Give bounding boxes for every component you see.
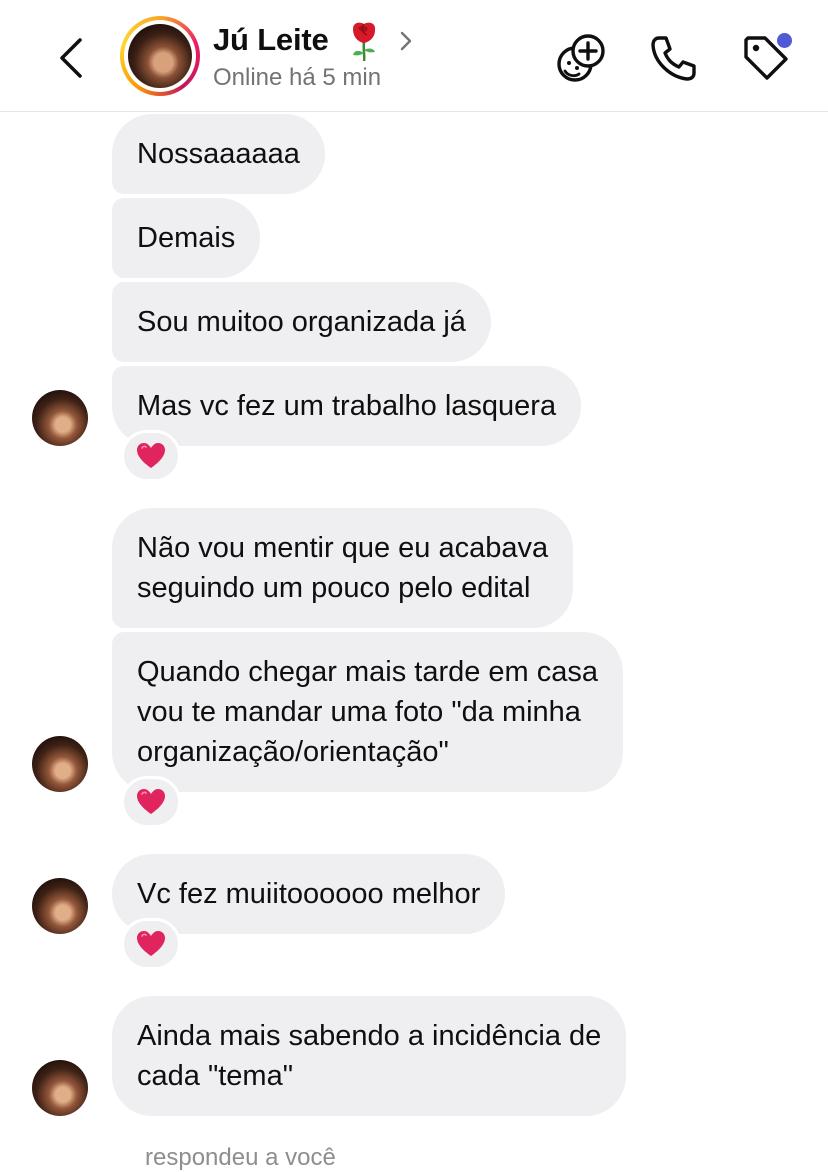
message-bubble[interactable]: Mas vc fez um trabalho lasquera (112, 366, 582, 446)
reply-indicator: respondeu a você (145, 1144, 336, 1171)
notification-dot (777, 33, 792, 48)
heart-reaction[interactable] (121, 918, 181, 970)
chat-header: Jú Leite Online há 5 min (0, 0, 828, 112)
sender-avatar[interactable] (32, 878, 88, 934)
contact-avatar[interactable] (120, 16, 200, 96)
contact-name[interactable]: Jú Leite (213, 22, 329, 58)
message-bubble[interactable]: Não vou mentir que eu acabava seguindo u… (112, 508, 574, 628)
online-status: Online há 5 min (213, 64, 382, 91)
heart-icon (137, 931, 165, 956)
message-bubble[interactable]: Quando chegar mais tarde em casa vou te … (112, 632, 624, 792)
sticker-add-icon[interactable] (553, 30, 609, 86)
message-bubble[interactable]: Demais (112, 198, 261, 278)
heart-icon (137, 443, 165, 468)
chevron-right-icon[interactable] (397, 28, 415, 54)
message-bubble[interactable]: Ainda mais sabendo a incidência de cada … (112, 996, 627, 1116)
phone-icon[interactable] (645, 30, 701, 86)
message-bubble[interactable]: Sou muitoo organizada já (112, 282, 491, 362)
message-bubble[interactable]: Nossaaaaaa (112, 114, 325, 194)
heart-reaction[interactable] (121, 776, 181, 828)
heart-icon (137, 789, 165, 814)
back-chevron-icon[interactable] (50, 30, 94, 86)
heart-reaction[interactable] (121, 430, 181, 482)
rose-icon (353, 22, 376, 62)
sender-avatar[interactable] (32, 390, 88, 446)
sender-avatar[interactable] (32, 1060, 88, 1116)
sender-avatar[interactable] (32, 736, 88, 792)
message-bubble[interactable]: Vc fez muiitoooooo melhor (112, 854, 506, 934)
